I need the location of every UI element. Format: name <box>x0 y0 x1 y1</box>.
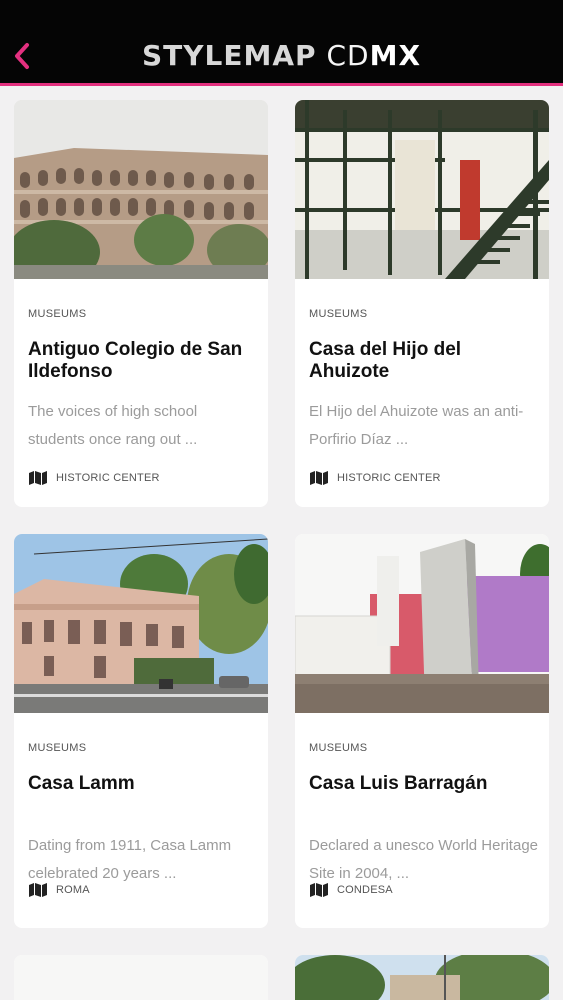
place-name: Casa Luis Barragán <box>309 773 488 794</box>
place-description: Dating from 1911, Casa Lamm celebrated 2… <box>28 837 232 882</box>
map-icon <box>310 471 328 485</box>
map-icon <box>310 883 328 897</box>
place-description: El Hijo del Ahuizote was an anti-Porfiri… <box>309 403 524 448</box>
place-card-partial[interactable] <box>295 955 549 1000</box>
place-description: Declared a unesco World Heritage Site in… <box>309 837 539 882</box>
place-location-label: ROMA <box>56 884 90 896</box>
place-photo <box>295 100 549 279</box>
place-location-label: HISTORIC CENTER <box>337 472 441 484</box>
app-title: STYLEMAP CDMX <box>0 40 563 72</box>
place-description: The voices of high school students once … <box>28 403 198 448</box>
place-name: Antiguo Colegio de San Ildefonso <box>28 339 243 382</box>
map-icon <box>29 883 47 897</box>
place-card[interactable]: MUSEUMS Casa del Hijo del Ahuizote El Hi… <box>295 100 549 507</box>
place-location[interactable]: ROMA <box>28 883 90 897</box>
top-bar: STYLEMAP CDMX <box>0 0 563 86</box>
place-photo <box>295 534 549 713</box>
place-card[interactable]: MUSEUMS Antiguo Colegio de San Ildefonso… <box>14 100 268 507</box>
place-photo <box>14 534 268 713</box>
place-category: MUSEUMS <box>309 308 368 320</box>
place-photo-partial <box>295 955 549 1000</box>
map-icon <box>29 471 47 485</box>
place-category: MUSEUMS <box>28 742 87 754</box>
place-category: MUSEUMS <box>309 742 368 754</box>
place-category: MUSEUMS <box>28 308 87 320</box>
place-location[interactable]: HISTORIC CENTER <box>309 471 441 485</box>
place-name: Casa Lamm <box>28 773 135 794</box>
app-title-mx: MX <box>369 39 422 72</box>
place-card-partial[interactable] <box>14 955 268 1000</box>
place-location-label: CONDESA <box>337 884 393 896</box>
place-photo-partial <box>14 955 268 1000</box>
app-title-stylemap: STYLEMAP <box>141 39 317 72</box>
place-location[interactable]: CONDESA <box>309 883 393 897</box>
place-location[interactable]: HISTORIC CENTER <box>28 471 160 485</box>
place-location-label: HISTORIC CENTER <box>56 472 160 484</box>
place-card[interactable]: MUSEUMS Casa Luis Barragán Declared a un… <box>295 534 549 928</box>
place-name: Casa del Hijo del Ahuizote <box>309 339 462 382</box>
place-photo <box>14 100 268 279</box>
place-card[interactable]: MUSEUMS Casa Lamm Dating from 1911, Casa… <box>14 534 268 928</box>
app-title-cd: CD <box>326 39 370 72</box>
